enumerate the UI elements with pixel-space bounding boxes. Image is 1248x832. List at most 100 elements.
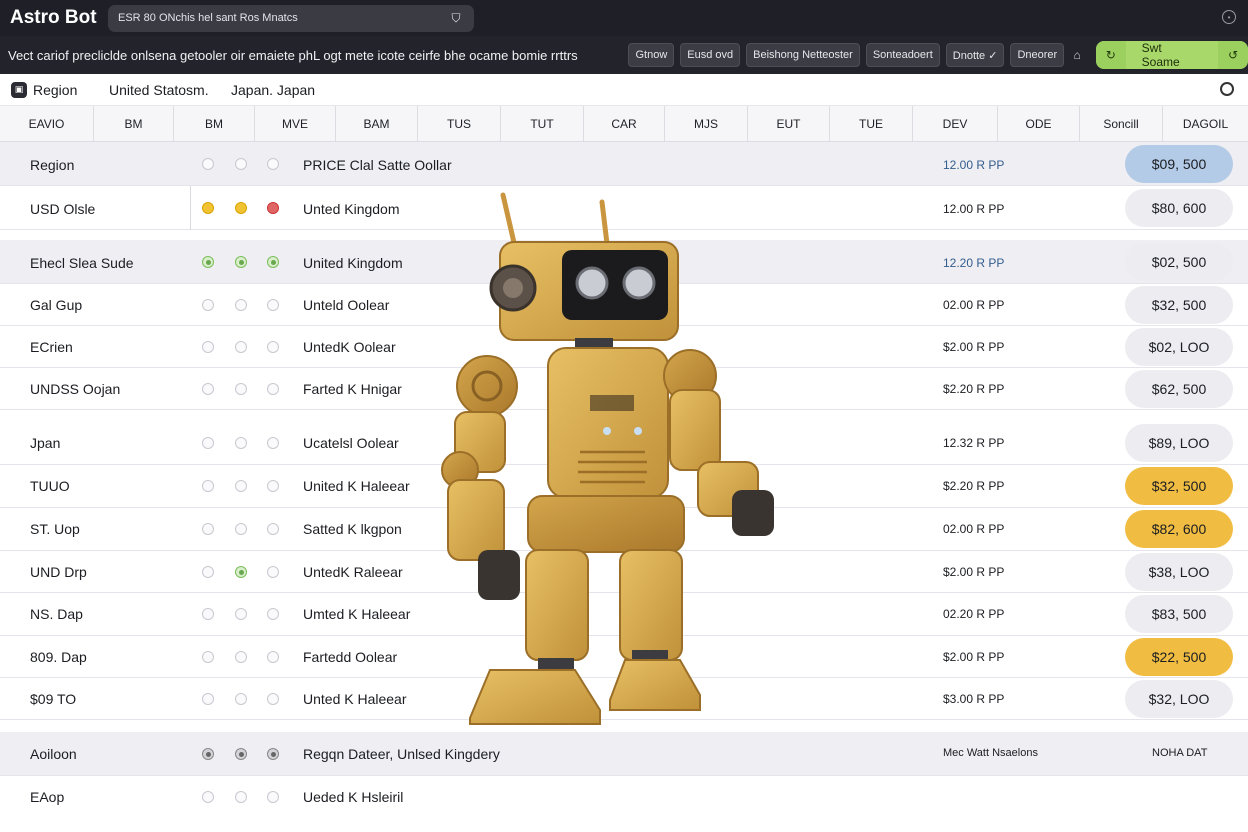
status-dot[interactable] [235, 566, 247, 578]
status-dot[interactable] [202, 202, 214, 214]
column-header[interactable]: BAM [336, 106, 418, 142]
filter-value-2[interactable]: Japan. Japan [231, 82, 315, 98]
status-dot[interactable] [235, 383, 247, 395]
status-dot[interactable] [202, 693, 214, 705]
search-input[interactable] [118, 12, 448, 24]
price-badge[interactable]: $22, 500 [1125, 638, 1233, 676]
status-dot[interactable] [267, 791, 279, 803]
status-dot[interactable] [235, 693, 247, 705]
status-dot[interactable] [235, 608, 247, 620]
status-dot[interactable] [235, 791, 247, 803]
column-header[interactable]: MVE [255, 106, 336, 142]
action-button[interactable]: Swt Soame [1125, 41, 1219, 69]
sync-icon[interactable]: ↺ [1218, 41, 1248, 69]
status-dot[interactable] [267, 299, 279, 311]
status-dot[interactable] [202, 651, 214, 663]
status-dot[interactable] [267, 523, 279, 535]
column-header[interactable]: EAVIO [0, 106, 94, 142]
column-header[interactable]: TUT [501, 106, 584, 142]
status-dot[interactable] [267, 383, 279, 395]
toolbar-button-5[interactable]: Dnotte ✓ [945, 43, 1005, 67]
status-dot[interactable] [235, 256, 247, 268]
column-header[interactable]: Soncill [1080, 106, 1163, 142]
status-dot[interactable] [235, 480, 247, 492]
column-header[interactable]: MJS [665, 106, 748, 142]
gear-icon[interactable] [1220, 82, 1234, 96]
toolbar-button-1[interactable]: Gtnow [628, 43, 675, 67]
column-header[interactable]: DAGOIL [1163, 106, 1248, 142]
table-row-summary[interactable]: Aoiloon Regqn Dateer, Unlsed Kingdery Me… [0, 732, 1248, 776]
price-badge[interactable]: $02, 500 [1125, 243, 1233, 281]
column-header[interactable]: CAR [584, 106, 665, 142]
column-header[interactable]: DEV [913, 106, 998, 142]
toolbar-button-4[interactable]: Sonteadoert [865, 43, 940, 67]
status-dot[interactable] [202, 158, 214, 170]
price-badge[interactable]: $80, 600 [1125, 189, 1233, 227]
shield-icon[interactable]: ⛉ [448, 11, 464, 26]
status-dot[interactable] [202, 256, 214, 268]
price-badge[interactable]: $02, LOO [1125, 328, 1233, 366]
table-row[interactable]: Region PRICE Clal Satte Oollar 12.00 R P… [0, 142, 1248, 186]
status-dot[interactable] [202, 608, 214, 620]
row-price-text: NOHA DAT [1152, 747, 1208, 759]
table-row[interactable]: EAop Ueded K Hsleiril [0, 776, 1248, 820]
column-header[interactable]: BM [174, 106, 255, 142]
settings-icon[interactable]: • [1222, 10, 1236, 24]
status-dot[interactable] [267, 158, 279, 170]
status-dot[interactable] [235, 748, 247, 760]
price-badge[interactable]: $32, LOO [1125, 680, 1233, 718]
search-box[interactable]: ⛉ [108, 4, 474, 32]
column-header[interactable]: ODE [998, 106, 1080, 142]
row-name: Aoiloon [30, 746, 77, 762]
status-dot[interactable] [267, 256, 279, 268]
status-dot[interactable] [202, 383, 214, 395]
status-dot[interactable] [202, 437, 214, 449]
column-header[interactable]: TUE [830, 106, 913, 142]
status-dot[interactable] [235, 299, 247, 311]
status-dot[interactable] [267, 748, 279, 760]
price-badge[interactable]: $09, 500 [1125, 145, 1233, 183]
column-header[interactable]: TUS [418, 106, 501, 142]
status-dot[interactable] [267, 202, 279, 214]
status-dot[interactable] [235, 202, 247, 214]
price-badge[interactable]: $89, LOO [1125, 424, 1233, 462]
lock-icon[interactable]: ⌂ [1066, 43, 1088, 67]
status-dot[interactable] [267, 341, 279, 353]
status-dot[interactable] [202, 299, 214, 311]
row-rate: 12.32 R PP [943, 436, 1005, 450]
status-dot[interactable] [202, 341, 214, 353]
status-dot[interactable] [202, 480, 214, 492]
status-dot[interactable] [267, 693, 279, 705]
status-dot[interactable] [235, 523, 247, 535]
status-dot[interactable] [267, 480, 279, 492]
price-badge[interactable]: $83, 500 [1125, 595, 1233, 633]
row-name: Gal Gup [30, 297, 83, 313]
price-badge[interactable]: $32, 500 [1125, 467, 1233, 505]
status-dot[interactable] [267, 651, 279, 663]
toolbar-button-6[interactable]: Dneorer [1010, 43, 1065, 67]
column-header[interactable]: EUT [748, 106, 830, 142]
price-badge[interactable]: $82, 600 [1125, 510, 1233, 548]
toolbar-button-3[interactable]: Beishong Netteoster [746, 43, 860, 67]
status-dot[interactable] [267, 608, 279, 620]
column-header[interactable]: BM [94, 106, 174, 142]
price-badge[interactable]: $62, 500 [1125, 370, 1233, 408]
row-name: Jpan [30, 435, 61, 451]
status-dot[interactable] [202, 791, 214, 803]
status-dot[interactable] [202, 748, 214, 760]
status-dot[interactable] [235, 341, 247, 353]
row-description: Regqn Dateer, Unlsed Kingdery [303, 746, 500, 762]
toolbar-button-2[interactable]: Eusd ovd [680, 43, 741, 67]
status-dot[interactable] [235, 158, 247, 170]
status-dot[interactable] [235, 437, 247, 449]
status-dot[interactable] [267, 566, 279, 578]
price-badge[interactable]: $38, LOO [1125, 553, 1233, 591]
status-dot[interactable] [202, 523, 214, 535]
status-dot[interactable] [267, 437, 279, 449]
status-dot[interactable] [202, 566, 214, 578]
status-dot[interactable] [235, 651, 247, 663]
price-badge[interactable]: $32, 500 [1125, 286, 1233, 324]
refresh-icon[interactable]: ↻ [1096, 41, 1126, 69]
filter-value-1[interactable]: United Statosm. [109, 82, 231, 98]
row-description: UntedK Oolear [303, 339, 396, 355]
